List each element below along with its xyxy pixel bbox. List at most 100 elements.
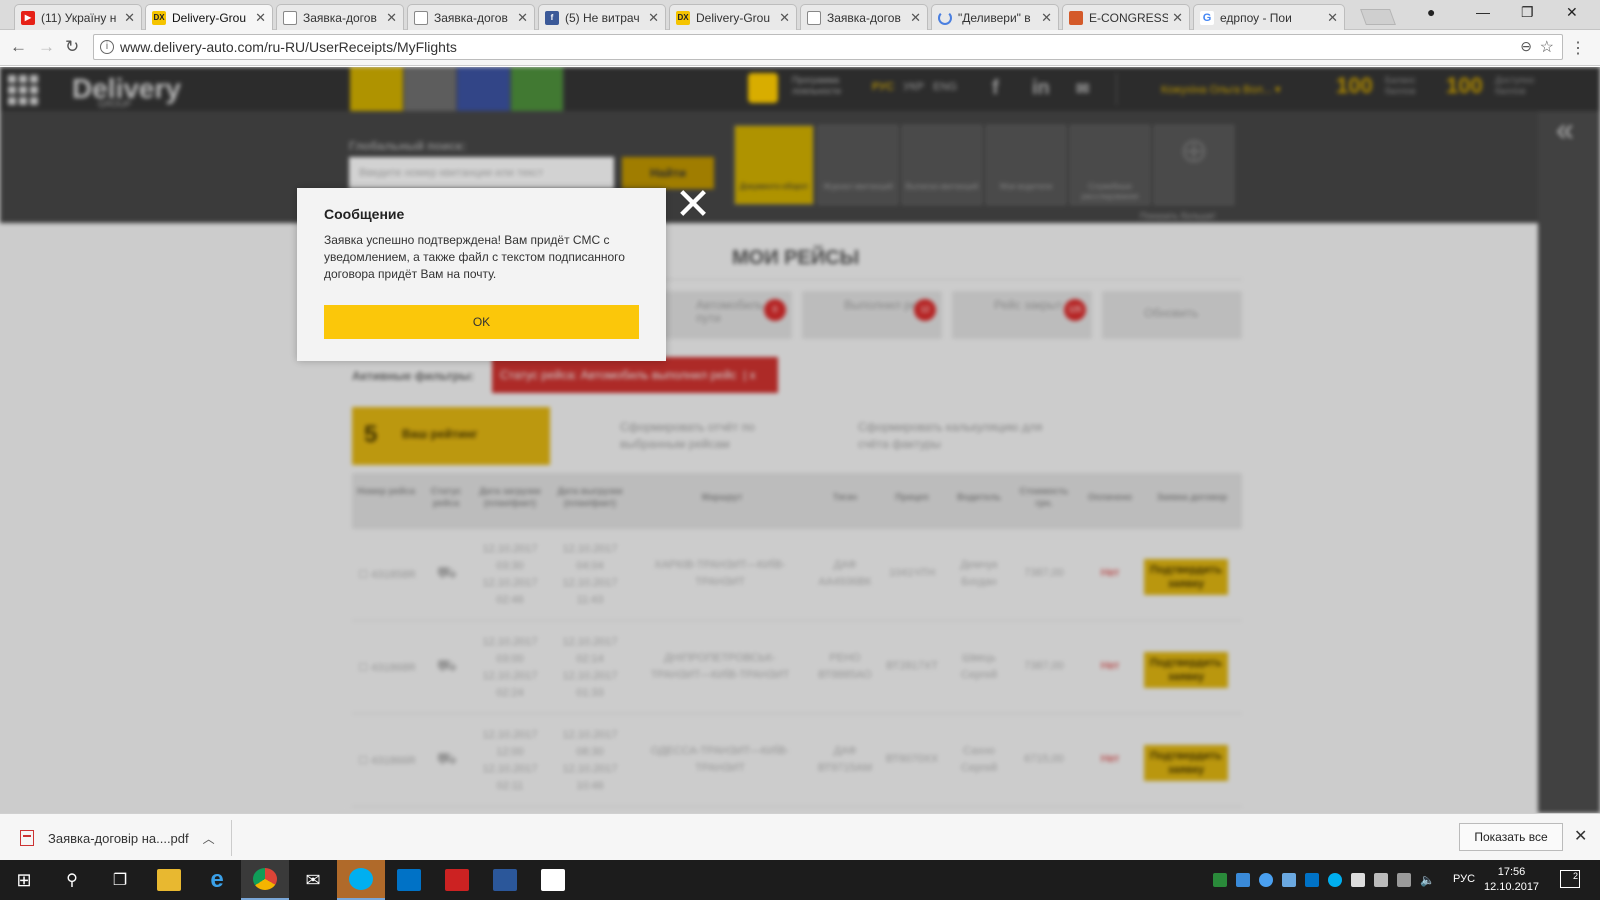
browser-tab-10[interactable]: Gедрпоу - Пои ✕: [1193, 4, 1345, 30]
new-tab-button[interactable]: [1360, 9, 1396, 25]
tray-app-icon[interactable]: [1213, 873, 1227, 887]
browser-tab-strip: ▶ (11) Україну н ✕ DX Delivery-Grou ✕ Заявка…: [0, 0, 1600, 30]
taskbar-skype[interactable]: [337, 860, 385, 900]
browser-tab-9[interactable]: E-CONGRESS ✕: [1062, 4, 1190, 30]
tray-app-icon[interactable]: [1351, 873, 1365, 887]
task-view-button[interactable]: ❐: [96, 860, 144, 900]
taskbar-photos[interactable]: [529, 860, 577, 900]
document-icon: [414, 10, 428, 25]
folder-icon: [157, 869, 181, 891]
close-tab-icon[interactable]: ✕: [1041, 10, 1052, 26]
acrobat-icon: [445, 869, 469, 891]
search-icon: ⚲: [66, 872, 78, 889]
close-tab-icon[interactable]: ✕: [517, 10, 528, 26]
close-shelf-icon[interactable]: ✕: [1574, 826, 1587, 846]
taskbar-mail[interactable]: ✉: [289, 860, 337, 900]
word-icon: [493, 869, 517, 891]
close-tab-icon[interactable]: ✕: [1172, 10, 1183, 26]
browser-tab-4[interactable]: Заявка-догов ✕: [407, 4, 535, 30]
reload-icon[interactable]: ↻: [65, 37, 79, 57]
loading-icon: [938, 10, 952, 25]
minimize-icon[interactable]: —: [1476, 4, 1490, 20]
dialog-message: Заявка успешно подтверждена! Вам придёт …: [324, 233, 625, 281]
back-icon[interactable]: ←: [10, 37, 27, 57]
chevron-up-icon[interactable]: ︿: [203, 830, 215, 847]
notifications-icon[interactable]: 2: [1560, 870, 1580, 888]
econgress-icon: [1069, 10, 1083, 25]
volume-icon[interactable]: 🔈: [1420, 873, 1435, 887]
taskbar-chrome[interactable]: [241, 860, 289, 900]
close-tab-icon[interactable]: ✕: [386, 10, 397, 26]
restore-icon[interactable]: ❐: [1521, 4, 1534, 21]
windows-icon: ⊞: [16, 869, 32, 890]
zoom-icon[interactable]: ⊖: [1520, 38, 1532, 55]
browser-tab-8[interactable]: "Деливери" в ✕: [931, 4, 1059, 30]
search-button[interactable]: ⚲: [48, 860, 96, 900]
document-icon: [807, 10, 821, 25]
battery-icon[interactable]: [1374, 873, 1388, 887]
taskbar-acrobat[interactable]: [433, 860, 481, 900]
tab-title: Заявка-догов: [303, 10, 377, 25]
taskbar-ie[interactable]: e: [193, 860, 241, 900]
taskbar-clock[interactable]: 17:56 12.10.2017: [1484, 865, 1539, 895]
bookmark-star-icon[interactable]: ☆: [1540, 37, 1554, 57]
close-tab-icon[interactable]: ✕: [910, 10, 921, 26]
close-tab-icon[interactable]: ✕: [779, 10, 790, 26]
browser-tab-3[interactable]: Заявка-догов ✕: [276, 4, 404, 30]
taskbar-outlook[interactable]: [385, 860, 433, 900]
browser-tab-7[interactable]: Заявка-догов ✕: [800, 4, 928, 30]
download-filename: Заявка-договір на....pdf: [48, 830, 189, 846]
start-button[interactable]: ⊞: [0, 860, 48, 900]
task-view-icon: ❐: [112, 872, 128, 889]
clock-date: 12.10.2017: [1484, 881, 1540, 893]
browser-tab-1[interactable]: ▶ (11) Україну н ✕: [14, 4, 142, 30]
tray-app-icon[interactable]: [1259, 873, 1273, 887]
forward-icon[interactable]: →: [38, 37, 55, 57]
tab-title: (11) Україну н: [41, 10, 117, 25]
browser-tab-2[interactable]: DX Delivery-Grou ✕: [145, 4, 273, 30]
modal-backdrop[interactable]: [0, 67, 1600, 813]
close-tab-icon[interactable]: ✕: [124, 10, 135, 26]
delivery-icon: DX: [152, 10, 166, 25]
tab-title: Delivery-Grou: [696, 10, 771, 25]
youtube-icon: ▶: [21, 10, 35, 25]
photos-icon: [541, 869, 565, 891]
tray-skype-icon[interactable]: [1328, 873, 1342, 887]
tab-title: E-CONGRESS: [1089, 10, 1169, 25]
network-icon[interactable]: [1397, 873, 1411, 887]
dialog-title: Сообщение: [324, 206, 405, 222]
url-text: www.delivery-auto.com/ru-RU/UserReceipts…: [120, 39, 457, 55]
close-tab-icon[interactable]: ✕: [1327, 10, 1338, 26]
window-close-icon[interactable]: ✕: [1566, 4, 1578, 21]
browser-tab-5[interactable]: f (5) Не витрач ✕: [538, 4, 666, 30]
tray-outlook-icon[interactable]: [1305, 873, 1319, 887]
tab-title: Заявка-догов: [434, 10, 508, 25]
profile-icon[interactable]: ●: [1427, 4, 1435, 20]
mail-icon: ✉: [305, 869, 321, 890]
chrome-menu-icon[interactable]: ⋮: [1570, 38, 1586, 58]
chrome-icon: [253, 868, 277, 890]
download-item[interactable]: Заявка-договір на....pdf ︿: [10, 820, 232, 856]
browser-tab-6[interactable]: DX Delivery-Grou ✕: [669, 4, 797, 30]
windows-taskbar: ⊞ ⚲ ❐ e ✉ 🔈 РУС 17:56 12.10.2017 2: [0, 860, 1600, 900]
outlook-icon: [397, 869, 421, 891]
close-tab-icon[interactable]: ✕: [255, 10, 266, 26]
show-all-downloads-button[interactable]: Показать все: [1459, 823, 1563, 851]
tray-app-icon[interactable]: [1282, 873, 1296, 887]
tab-title: Заявка-догов: [827, 10, 901, 25]
skype-icon: [349, 868, 373, 890]
browser-toolbar: ← → ↻ i www.delivery-auto.com/ru-RU/User…: [0, 30, 1600, 66]
address-bar[interactable]: i www.delivery-auto.com/ru-RU/UserReceip…: [93, 34, 1563, 60]
close-tab-icon[interactable]: ✕: [648, 10, 659, 26]
tray-app-icon[interactable]: [1236, 873, 1250, 887]
info-icon[interactable]: i: [100, 40, 114, 54]
message-dialog: Сообщение Заявка успешно подтверждена! В…: [297, 188, 666, 361]
tab-title: едрпоу - Пои: [1220, 10, 1292, 25]
delivery-icon: DX: [676, 10, 690, 25]
input-language[interactable]: РУС: [1453, 873, 1475, 885]
taskbar-explorer[interactable]: [145, 860, 193, 900]
dialog-close-icon[interactable]: ✕: [674, 183, 712, 227]
taskbar-word[interactable]: [481, 860, 529, 900]
website-viewport: Delivery GROUP Программа лояльности РУС У…: [0, 67, 1600, 813]
ok-button[interactable]: OK: [324, 305, 639, 339]
